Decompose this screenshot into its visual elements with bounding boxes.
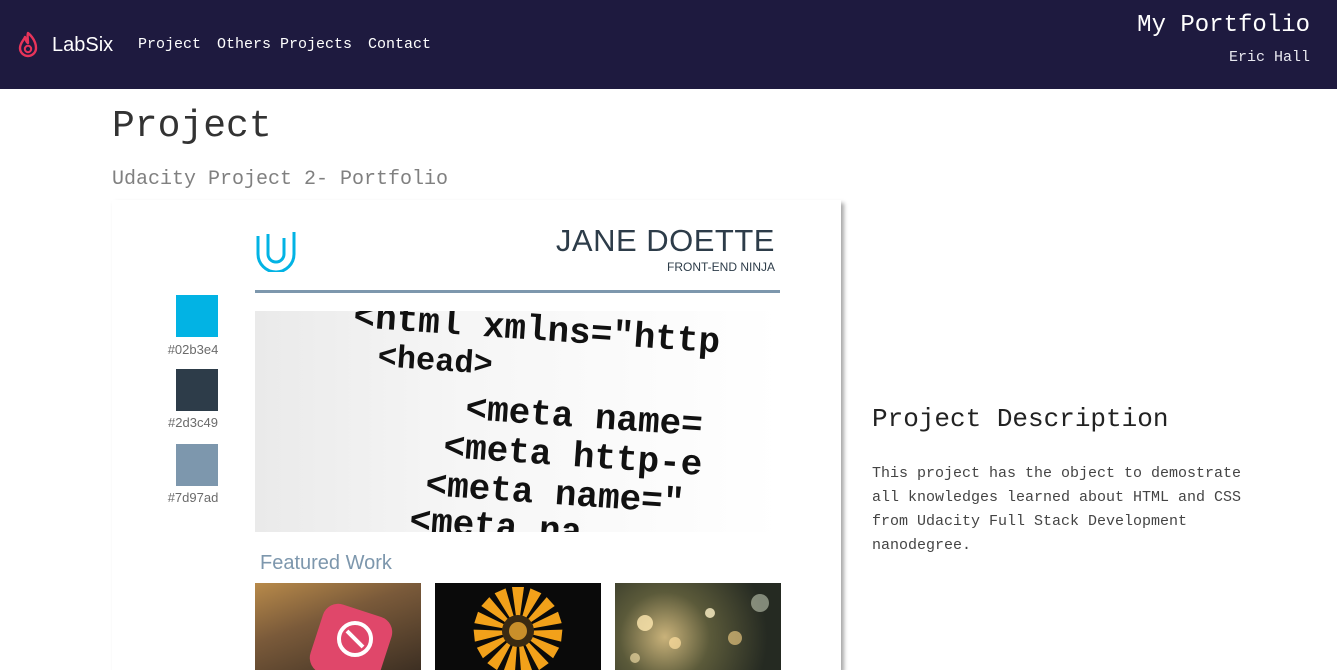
color-swatch-dark [176, 369, 218, 411]
brand-link[interactable]: LabSix [16, 30, 113, 60]
bokeh-image [630, 594, 769, 663]
top-navbar: LabSix Project Others Projects Contact M… [0, 0, 1337, 89]
page-subtitle: Udacity Project 2- Portfolio [112, 168, 449, 191]
swatch-label: #7d97ad [167, 490, 219, 505]
featured-heading: Featured Work [260, 552, 392, 574]
mock-name: JANE DOETTE [555, 223, 775, 258]
swatch-label: #02b3e4 [167, 342, 219, 357]
site-title: My Portfolio [1137, 12, 1310, 39]
project-screenshot: #02b3e4 #2d3c49 #7d97ad JANE DOETTE FRON… [112, 200, 841, 670]
flower-thumbnail [435, 583, 601, 670]
code-hero-image: <html xmlns="http <head> <meta name= <me… [255, 311, 780, 532]
nav-link-contact[interactable]: Contact [368, 36, 431, 53]
description-title: Project Description [872, 404, 1169, 434]
nav-link-others-projects[interactable]: Others Projects [217, 36, 352, 53]
color-swatch-grey [176, 444, 218, 486]
color-swatch-blue [176, 295, 218, 337]
main-nav: Project Others Projects Contact [138, 36, 447, 53]
app-icon-thumbnail [255, 583, 421, 670]
bokeh-lights-thumbnail [615, 583, 781, 670]
app-icon-image [309, 603, 393, 670]
nav-link-project[interactable]: Project [138, 36, 201, 53]
swatch-label: #2d3c49 [168, 415, 218, 430]
mock-role: FRONT-END NINJA [667, 260, 775, 274]
page-title: Project [112, 105, 272, 148]
mock-divider [255, 290, 780, 293]
description-body: This project has the object to demostrat… [872, 465, 1242, 554]
udacity-logo-icon [256, 232, 296, 272]
flower-image [473, 587, 563, 670]
brand-name: LabSix [52, 33, 114, 56]
site-author: Eric Hall [1228, 49, 1310, 66]
flame-logo-icon [18, 31, 38, 58]
code-line: <head> [376, 339, 494, 384]
